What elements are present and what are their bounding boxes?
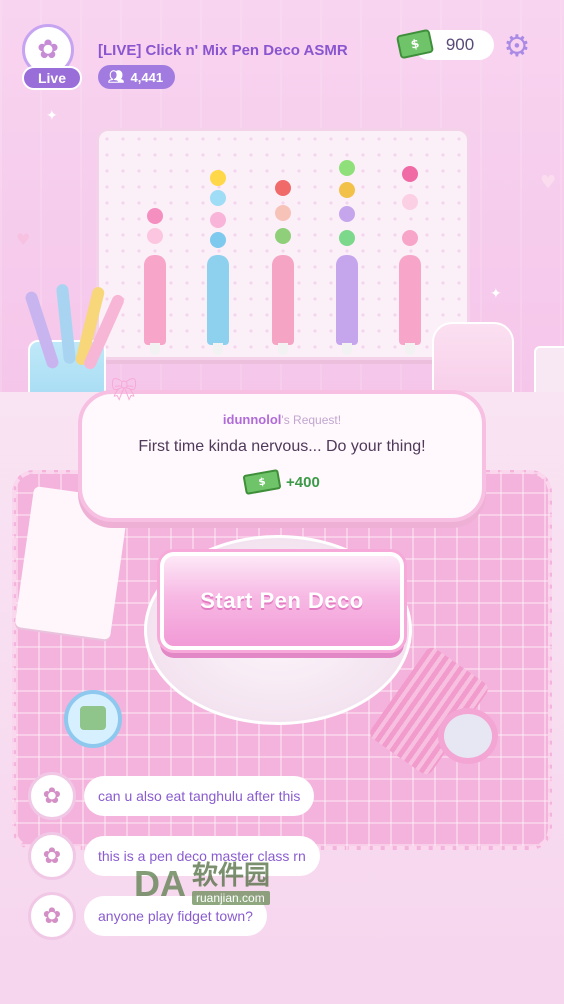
tamagotchi-toy	[64, 690, 122, 748]
bead	[339, 160, 355, 176]
watermark-url: ruanjian.com	[192, 890, 271, 905]
display-pen-3	[272, 255, 294, 355]
display-pen-2	[207, 255, 229, 355]
display-pen-4	[336, 255, 358, 355]
bow-icon: 🎀︎	[110, 378, 138, 403]
chat-message: ✿ can u also eat tanghulu after this	[28, 772, 315, 820]
reward-amount: +400	[286, 473, 320, 491]
chat-avatar: ✿	[28, 892, 76, 940]
viewer-count: 4,441	[130, 69, 164, 85]
request-header: idunnolol's Request!	[82, 412, 482, 427]
heart-icon: ♥	[16, 230, 31, 249]
display-pen-5	[399, 255, 421, 355]
requester-name: idunnolol	[222, 412, 282, 427]
bead	[339, 230, 355, 246]
bead	[339, 206, 355, 222]
sparkle-icon: ✦	[490, 286, 502, 302]
users-icon: 👥︎	[108, 69, 125, 84]
bead	[339, 182, 355, 198]
bead	[210, 212, 226, 228]
bead	[402, 230, 418, 246]
request-message: First time kinda nervous... Do your thin…	[138, 438, 426, 455]
bunny-avatar-icon: ✿	[37, 35, 59, 65]
start-pen-deco-button[interactable]: Start Pen Deco	[160, 552, 404, 650]
request-suffix: 's Request!	[281, 413, 342, 427]
chat-avatar: ✿	[28, 832, 76, 880]
gear-icon: ⚙	[503, 29, 531, 64]
bead	[275, 228, 291, 244]
watermark-cn: 软件园	[192, 861, 271, 892]
chat-avatar: ✿	[28, 772, 76, 820]
sparkle-icon: ✦	[46, 108, 58, 124]
watermark-logo: DA	[134, 863, 186, 904]
display-pen-1	[144, 255, 166, 355]
bead	[275, 205, 291, 221]
bead	[210, 232, 226, 248]
bead	[210, 170, 226, 186]
stream-title: [LIVE] Click n' Mix Pen Deco ASMR	[98, 42, 348, 59]
cash-icon: $	[242, 469, 282, 495]
watermark: DA 软件园 ruanjian.com	[134, 856, 320, 912]
bead	[147, 228, 163, 244]
heart-mirror	[438, 708, 498, 764]
bead	[210, 190, 226, 206]
chat-bubble: can u also eat tanghulu after this	[84, 776, 315, 816]
reward: $ +400	[242, 469, 320, 495]
bead	[402, 166, 418, 182]
request-card: idunnolol's Request! First time kinda ne…	[78, 390, 486, 522]
heart-icon: ♥	[540, 172, 557, 193]
bead	[147, 208, 163, 224]
bead	[402, 194, 418, 210]
settings-button[interactable]: ⚙	[500, 30, 534, 64]
live-badge: Live	[22, 66, 82, 90]
viewer-count-pill: 👥︎ 4,441	[98, 65, 176, 89]
bead	[275, 180, 291, 196]
